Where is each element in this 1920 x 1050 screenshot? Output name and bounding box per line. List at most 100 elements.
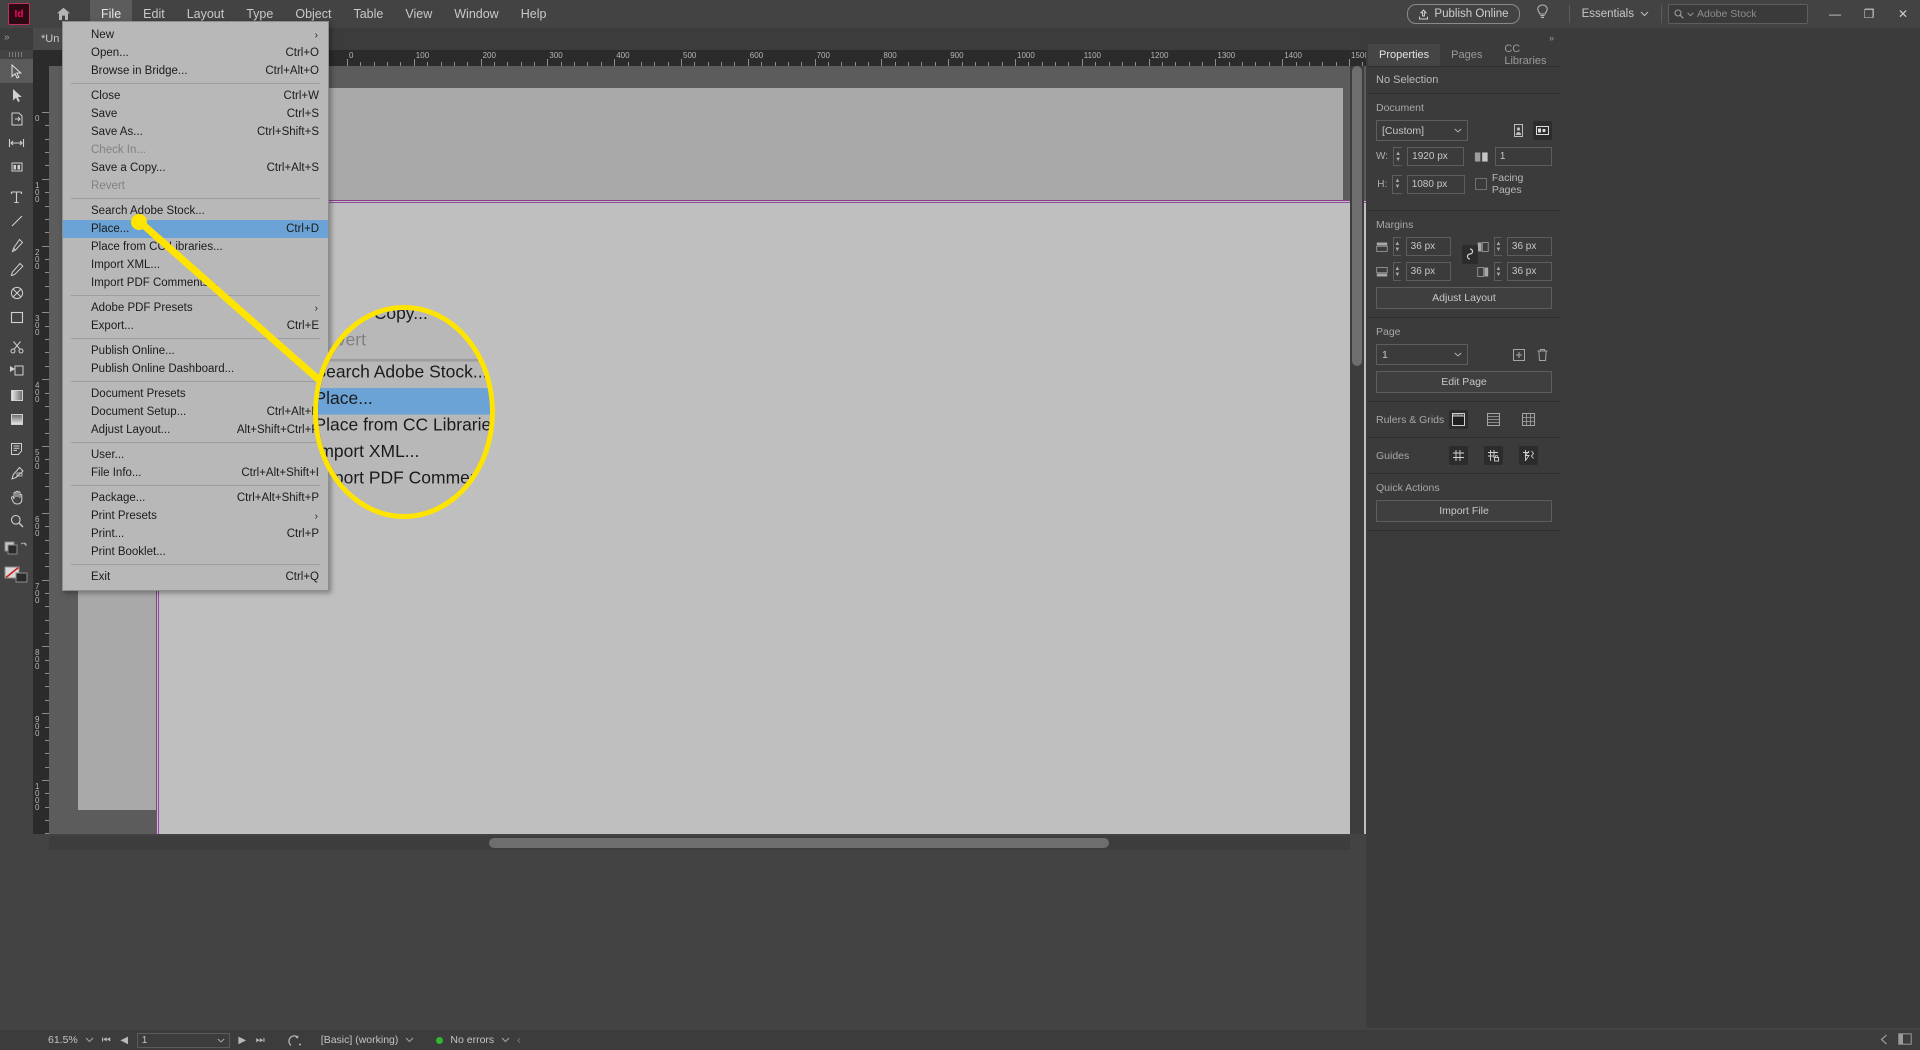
width-input[interactable]: 1920 px: [1407, 147, 1465, 166]
scrollbar-thumb[interactable]: [1352, 66, 1362, 366]
menu-item-export[interactable]: Export... Ctrl+E: [63, 317, 328, 335]
gap-tool[interactable]: [0, 131, 33, 155]
menu-view[interactable]: View: [394, 0, 443, 28]
menu-item-new[interactable]: New ›: [63, 26, 328, 44]
trash-icon[interactable]: [1533, 345, 1552, 364]
link-icon[interactable]: [1462, 245, 1478, 264]
page-tool[interactable]: [0, 107, 33, 131]
menu-item-import-xml[interactable]: Import XML...: [63, 256, 328, 274]
margin-top-input[interactable]: 36 px: [1405, 237, 1451, 256]
free-transform-tool[interactable]: [0, 359, 33, 383]
menu-item-document-presets[interactable]: Document Presets›: [63, 385, 328, 403]
margin-bottom-input[interactable]: 36 px: [1405, 262, 1451, 281]
fill-stroke-swatch[interactable]: [0, 539, 33, 563]
preflight-profile[interactable]: [Basic] (working): [321, 1034, 399, 1046]
menu-item-save-a-copy[interactable]: Save a Copy... Ctrl+Alt+S: [63, 159, 328, 177]
close-icon[interactable]: ✕: [1886, 0, 1920, 28]
menu-item-save-as[interactable]: Save As... Ctrl+Shift+S: [63, 123, 328, 141]
menu-item-place-from-cc-libraries[interactable]: Place from CC Libraries...: [63, 238, 328, 256]
show-guides-icon[interactable]: [1449, 446, 1468, 465]
panel-grip[interactable]: [9, 52, 24, 57]
menu-table[interactable]: Table: [342, 0, 394, 28]
page-select[interactable]: 1: [1376, 344, 1468, 365]
direct-selection-tool[interactable]: [0, 83, 33, 107]
menu-item-adjust-layout[interactable]: Adjust Layout... Alt+Shift+Ctrl+P: [63, 421, 328, 439]
menu-item-save[interactable]: Save Ctrl+S: [63, 105, 328, 123]
landscape-orientation-button[interactable]: [1533, 121, 1552, 140]
pen-tool[interactable]: [0, 233, 33, 257]
height-input[interactable]: 1080 px: [1406, 174, 1466, 194]
vertical-scrollbar[interactable]: [1350, 66, 1364, 834]
menu-item-import-pdf-comments[interactable]: Import PDF Comments...: [63, 274, 328, 292]
selection-tool[interactable]: [0, 59, 33, 83]
menu-item-exit[interactable]: Exit Ctrl+Q: [63, 568, 328, 586]
menu-item-open[interactable]: Open... Ctrl+O: [63, 44, 328, 62]
menu-item-file-info[interactable]: File Info... Ctrl+Alt+Shift+I: [63, 464, 328, 482]
menu-item-place[interactable]: Place... Ctrl+D: [63, 220, 328, 238]
menu-item-browse-in-bridge[interactable]: Browse in Bridge... Ctrl+Alt+O: [63, 62, 328, 80]
publish-online-button[interactable]: Publish Online: [1407, 4, 1520, 24]
status-resize-handle[interactable]: ‹: [517, 1034, 521, 1046]
scissors-tool[interactable]: [0, 335, 33, 359]
menu-help[interactable]: Help: [510, 0, 558, 28]
restore-icon[interactable]: ❐: [1852, 0, 1886, 28]
frame-ellipse-tool[interactable]: [0, 281, 33, 305]
type-tool[interactable]: [0, 185, 33, 209]
note-tool[interactable]: [0, 437, 33, 461]
horizontal-scrollbar[interactable]: [49, 836, 1350, 850]
margin-right-stepper[interactable]: ▲ ▼: [1494, 262, 1502, 281]
workspace-switcher[interactable]: Essentials: [1576, 8, 1655, 20]
pages-count-input[interactable]: 1: [1494, 147, 1553, 166]
first-page-icon[interactable]: ⏮: [101, 1035, 112, 1046]
next-page-icon[interactable]: ▶: [237, 1035, 248, 1046]
menu-item-search-adobe-stock[interactable]: Search Adobe Stock...: [63, 202, 328, 220]
import-file-button[interactable]: Import File: [1376, 500, 1552, 522]
gradient-swatch-tool[interactable]: [0, 383, 33, 407]
tab-cc-libraries[interactable]: CC Libraries: [1493, 43, 1560, 67]
menu-item-adobe-pdf-presets[interactable]: Adobe PDF Presets ›: [63, 299, 328, 317]
lock-guides-icon[interactable]: [1484, 446, 1503, 465]
content-collector-tool[interactable]: [0, 155, 33, 179]
menu-item-package[interactable]: Package... Ctrl+Alt+Shift+P: [63, 489, 328, 507]
rectangle-tool[interactable]: [0, 305, 33, 329]
menu-item-publish-online-dashboard[interactable]: Publish Online Dashboard...: [63, 360, 328, 378]
menu-window[interactable]: Window: [443, 0, 509, 28]
smart-guides-icon[interactable]: [1519, 446, 1538, 465]
margin-right-input[interactable]: 36 px: [1506, 262, 1552, 281]
tab-pages[interactable]: Pages: [1440, 44, 1493, 66]
scrollbar-thumb[interactable]: [489, 838, 1109, 848]
page-number-select[interactable]: 1: [136, 1032, 230, 1048]
menu-item-print-booklet[interactable]: Print Booklet...: [63, 543, 328, 561]
margin-top-stepper[interactable]: ▲ ▼: [1392, 237, 1401, 256]
adjust-layout-button[interactable]: Adjust Layout: [1376, 287, 1552, 309]
menu-item-publish-online[interactable]: Publish Online...: [63, 342, 328, 360]
document-preset-select[interactable]: [Custom]: [1376, 120, 1468, 141]
zoom-tool[interactable]: [0, 509, 33, 533]
margin-left-input[interactable]: 36 px: [1506, 237, 1552, 256]
vertical-ruler[interactable]: 0 100 200 300 400 500 600 700 800 900 1000: [33, 66, 49, 835]
last-page-icon[interactable]: ⏭: [255, 1035, 266, 1046]
show-rulers-icon[interactable]: [1449, 410, 1468, 429]
gradient-feather-tool[interactable]: [0, 407, 33, 431]
edit-page-button[interactable]: Edit Page: [1376, 371, 1552, 393]
facing-pages-checkbox[interactable]: [1475, 178, 1487, 190]
adobe-stock-search[interactable]: Adobe Stock: [1668, 4, 1808, 24]
menu-item-close[interactable]: Close Ctrl+W: [63, 87, 328, 105]
menu-item-print[interactable]: Print... Ctrl+P: [63, 525, 328, 543]
file-menu-dropdown[interactable]: New › Open... Ctrl+O Browse in Bridge... Ctrl…: [62, 21, 329, 591]
menu-item-print-presets[interactable]: Print Presets ›: [63, 507, 328, 525]
lightbulb-icon[interactable]: [1536, 3, 1549, 25]
collapse-panel-icon[interactable]: »: [4, 32, 10, 43]
none-swatch[interactable]: [0, 563, 33, 587]
line-tool[interactable]: [0, 209, 33, 233]
height-stepper[interactable]: ▲ ▼: [1392, 174, 1402, 194]
collapse-dock-icon[interactable]: »: [1549, 33, 1554, 43]
baseline-grid-icon[interactable]: [1484, 410, 1503, 429]
menu-item-user[interactable]: User...: [63, 446, 328, 464]
width-stepper[interactable]: ▲ ▼: [1393, 147, 1403, 166]
pencil-tool[interactable]: [0, 257, 33, 281]
document-grid-icon[interactable]: [1519, 410, 1538, 429]
menu-item-document-setup[interactable]: Document Setup... Ctrl+Alt+P: [63, 403, 328, 421]
zoom-level[interactable]: 61.5%: [48, 1034, 78, 1046]
tab-properties[interactable]: Properties: [1368, 44, 1441, 66]
